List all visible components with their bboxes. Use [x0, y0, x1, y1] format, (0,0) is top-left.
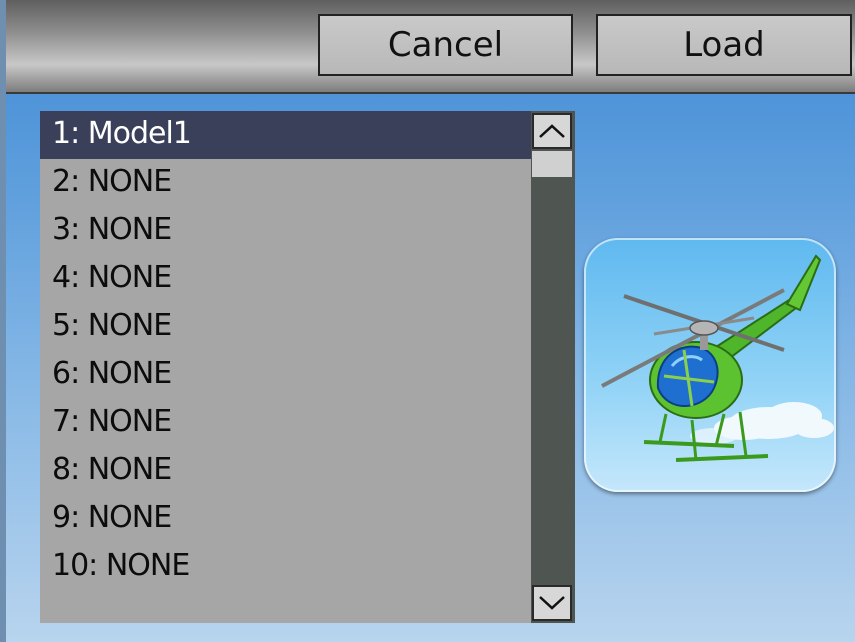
list-item[interactable]: 8: NONE: [40, 447, 531, 495]
list-item[interactable]: 10: NONE: [40, 543, 531, 591]
list-item[interactable]: 9: NONE: [40, 495, 531, 543]
list-item[interactable]: 6: NONE: [40, 351, 531, 399]
chevron-up-icon: [539, 124, 565, 138]
scroll-up-button[interactable]: [532, 113, 572, 149]
helicopter-icon: [601, 254, 834, 462]
chevron-down-icon: [539, 596, 565, 610]
list-scrollbar[interactable]: [531, 111, 575, 623]
list-item[interactable]: 2: NONE: [40, 159, 531, 207]
list-item[interactable]: 3: NONE: [40, 207, 531, 255]
model-list: 1: Model1 2: NONE 3: NONE 4: NONE 5: NON…: [40, 111, 531, 623]
model-preview-image: [584, 238, 836, 492]
scroll-down-button[interactable]: [532, 585, 572, 621]
toolbar: Cancel Load: [6, 0, 855, 94]
list-item[interactable]: 5: NONE: [40, 303, 531, 351]
load-button[interactable]: Load: [596, 14, 852, 76]
list-item[interactable]: 7: NONE: [40, 399, 531, 447]
list-item[interactable]: 1: Model1: [40, 111, 531, 159]
cancel-button[interactable]: Cancel: [318, 14, 573, 76]
model-load-screen: Cancel Load 1: Model1 2: NONE 3: NONE 4:…: [0, 0, 855, 642]
scroll-thumb[interactable]: [532, 151, 572, 177]
list-item[interactable]: 4: NONE: [40, 255, 531, 303]
